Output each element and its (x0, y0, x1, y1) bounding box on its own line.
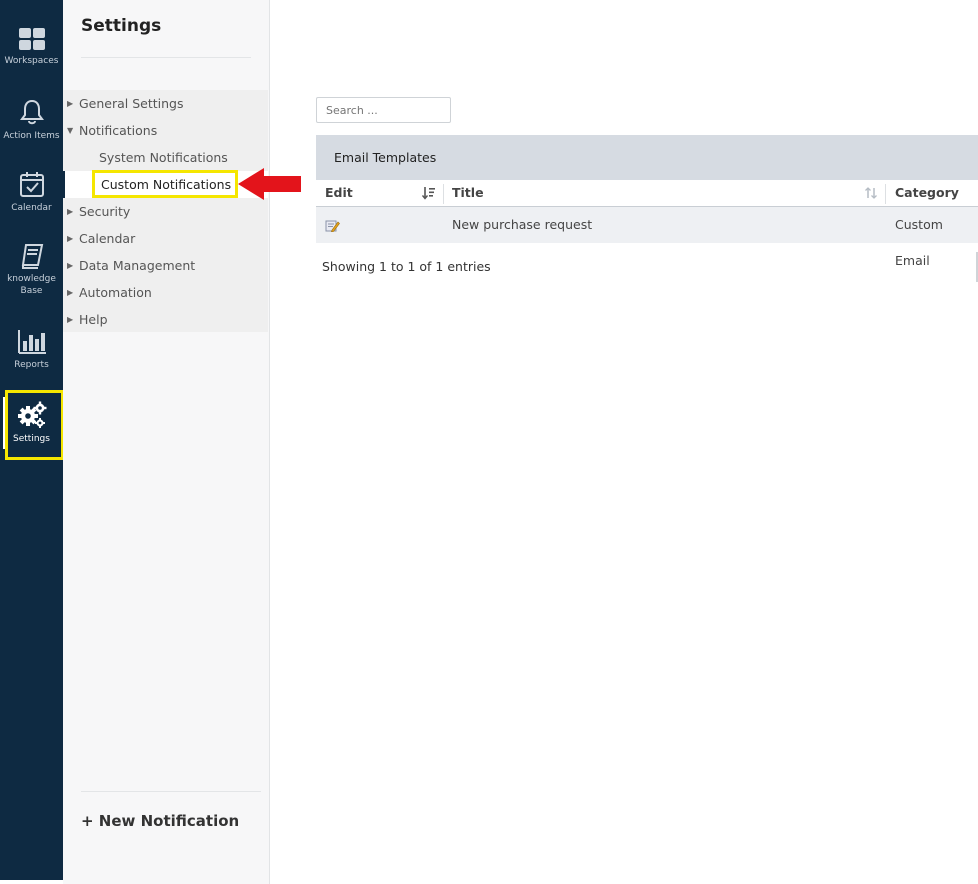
nav-item-data-management[interactable]: ▶ Data Management (63, 252, 268, 279)
edit-icon[interactable] (325, 219, 340, 232)
bar-chart-icon (17, 330, 46, 354)
column-header-edit[interactable]: Edit (325, 180, 353, 206)
settings-title: Settings (81, 16, 162, 36)
caret-right-icon: ▶ (67, 99, 74, 108)
new-notification-button[interactable]: + New Notification (81, 812, 239, 830)
nav-item-help[interactable]: ▶ Help (63, 306, 268, 333)
column-header-title[interactable]: Title (452, 180, 484, 206)
rail-item-knowledge-base[interactable]: knowledge Base (0, 243, 63, 297)
table-info: Showing 1 to 1 of 1 entries (322, 259, 491, 274)
nav-item-label: Security (79, 204, 131, 219)
footer-divider (81, 791, 261, 792)
caret-right-icon: ▶ (67, 288, 74, 297)
search-input[interactable] (316, 97, 451, 123)
settings-highlight-box (5, 390, 64, 460)
rail-label-action-items: Action Items (3, 131, 60, 141)
column-header-category[interactable]: Category (895, 180, 959, 206)
nav-item-general-settings[interactable]: ▶ General Settings (63, 90, 268, 117)
table-column-headers: Edit Title Category (316, 180, 978, 207)
rail-label-calendar: Calendar (11, 203, 52, 213)
row-category-cell: Custom Email (895, 217, 943, 268)
caret-right-icon: ▶ (67, 234, 74, 243)
rail-item-workspaces[interactable]: Workspaces (0, 27, 63, 67)
workspaces-icon (18, 28, 45, 50)
book-icon (21, 244, 43, 269)
nav-item-system-notifications[interactable]: System Notifications (63, 144, 268, 171)
caret-right-icon: ▶ (67, 207, 74, 216)
email-templates-header: Email Templates (316, 135, 978, 180)
rail-label-reports: Reports (14, 360, 49, 370)
nav-item-label: Automation (79, 285, 152, 300)
caret-right-icon: ▶ (67, 261, 74, 270)
title-divider (81, 57, 251, 58)
column-divider (443, 184, 444, 204)
rail-label-workspaces: Workspaces (4, 56, 59, 66)
row-title-cell[interactable]: New purchase request (452, 207, 592, 243)
nav-item-label: Data Management (79, 258, 196, 273)
sort-both-icon[interactable] (864, 186, 878, 200)
nav-item-label: General Settings (79, 96, 184, 111)
caret-right-icon: ▶ (67, 315, 74, 324)
sort-descending-icon[interactable] (422, 186, 436, 200)
rail-item-reports[interactable]: Reports (0, 329, 63, 371)
nav-item-calendar[interactable]: ▶ Calendar (63, 225, 268, 252)
selected-indicator (63, 171, 65, 198)
rail-item-calendar[interactable]: Calendar (0, 170, 63, 214)
caret-down-icon: ▼ (67, 126, 74, 135)
nav-item-notifications[interactable]: ▼ Notifications (63, 117, 268, 144)
table-title: Email Templates (334, 150, 437, 165)
table-row: New purchase request Custom Email (316, 207, 978, 268)
nav-item-label: Calendar (79, 231, 136, 246)
rail-label-base: Base (20, 286, 43, 296)
nav-item-automation[interactable]: ▶ Automation (63, 279, 268, 306)
nav-item-label: System Notifications (99, 150, 228, 165)
rail-item-action-items[interactable]: Action Items (0, 98, 63, 142)
calendar-check-icon (19, 172, 44, 197)
column-divider (885, 184, 886, 204)
custom-notifications-highlight-box (92, 170, 238, 198)
settings-nav-panel: Settings ▶ General Settings ▼ Notificati… (63, 0, 270, 884)
nav-item-security[interactable]: ▶ Security (63, 198, 268, 225)
nav-item-label: Notifications (79, 123, 158, 138)
settings-nav-list: ▶ General Settings ▼ Notifications Syste… (63, 90, 268, 332)
nav-item-label: Help (79, 312, 108, 327)
red-arrow-custom-notifications (238, 168, 301, 200)
rail-label-knowledge: knowledge (7, 274, 56, 284)
bell-icon (19, 99, 44, 125)
